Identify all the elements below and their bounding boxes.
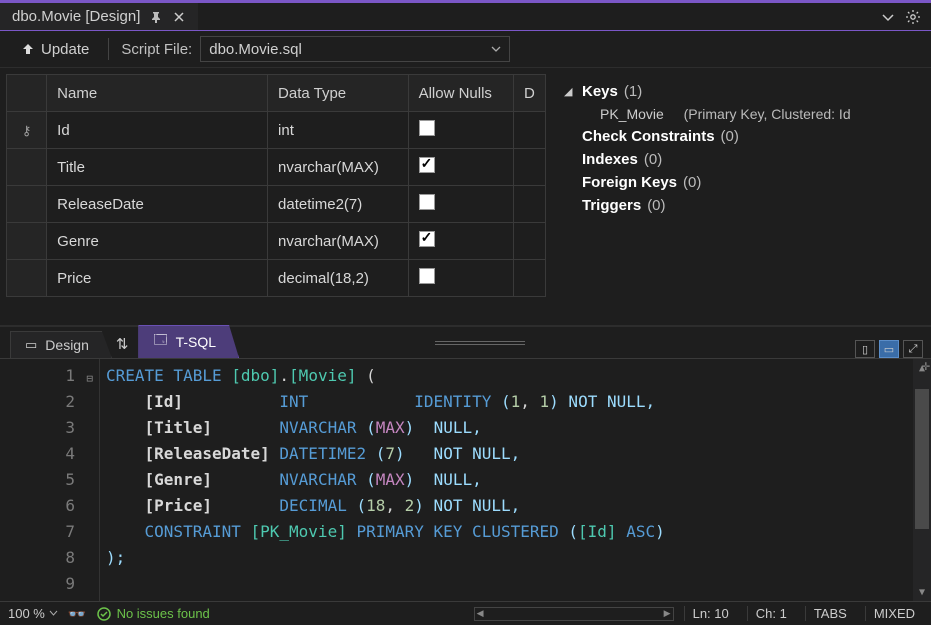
tab-tsql[interactable]: 🗔 T-SQL — [138, 325, 239, 358]
toolbar-separator — [108, 38, 109, 60]
design-icon: ▭ — [25, 337, 37, 353]
scrollbar-thumb[interactable] — [915, 389, 929, 529]
pane-tabbar: ▭ Design ⇅ 🗔 T-SQL ▯ ▭ ⤢ — [0, 327, 931, 359]
scroll-left-icon[interactable]: ◀ — [477, 608, 484, 619]
swap-panes-icon[interactable]: ⇅ — [106, 330, 139, 358]
cursor-line[interactable]: Ln: 10 — [684, 606, 737, 621]
tree-item-pk[interactable]: PK_Movie (Primary Key, Clustered: Id — [564, 103, 921, 125]
allownulls-checkbox[interactable] — [419, 120, 435, 136]
vertical-scrollbar[interactable]: ▲ ▼ — [913, 359, 931, 601]
cell-name[interactable]: Price — [47, 260, 268, 297]
pin-icon[interactable] — [150, 11, 162, 23]
layout-horizontal-icon[interactable]: ▯ — [855, 340, 875, 358]
split-editor-icon[interactable]: ✛ — [922, 358, 930, 374]
resize-handle[interactable] — [435, 340, 525, 346]
col-header-name[interactable]: Name — [47, 75, 268, 112]
tab-design[interactable]: ▭ Design — [10, 331, 112, 358]
cell-name[interactable]: Genre — [47, 223, 268, 260]
grid-header-row: Name Data Type Allow Nulls D — [7, 75, 546, 112]
issues-indicator[interactable]: No issues found — [97, 606, 210, 621]
designer-toolbar: Update Script File: dbo.Movie.sql — [0, 30, 931, 68]
line-ending-mode[interactable]: MIXED — [865, 606, 923, 621]
layout-expand-icon[interactable]: ⤢ — [903, 340, 923, 358]
cursor-col[interactable]: Ch: 1 — [747, 606, 795, 621]
table-row[interactable]: Price decimal(18,2) — [7, 260, 546, 297]
properties-tree: ◢ Keys (1) PK_Movie (Primary Key, Cluste… — [550, 68, 931, 325]
horizontal-scrollbar[interactable]: ◀ ▶ — [474, 607, 674, 621]
update-button-label: Update — [41, 41, 89, 58]
cell-name[interactable]: ReleaseDate — [47, 186, 268, 223]
line-number-gutter: ⊟ 1 2 3 4 5 6 7 8 9 — [0, 359, 100, 601]
scroll-right-icon[interactable]: ▶ — [664, 608, 671, 619]
allownulls-checkbox[interactable] — [419, 194, 435, 210]
chevron-down-icon — [49, 609, 58, 618]
chevron-down-icon — [491, 44, 501, 54]
document-tab[interactable]: dbo.Movie [Design] — [0, 3, 199, 30]
update-button[interactable]: Update — [10, 37, 100, 62]
script-file-value: dbo.Movie.sql — [209, 41, 302, 58]
scroll-down-icon[interactable]: ▼ — [913, 583, 931, 601]
code-area[interactable]: CREATE TABLE [dbo].[Movie] ( [Id] INT ID… — [100, 359, 931, 601]
table-row[interactable]: ReleaseDate datetime2(7) — [7, 186, 546, 223]
col-header-default[interactable]: D — [513, 75, 545, 112]
table-row[interactable]: ⚷ Id int — [7, 112, 546, 149]
tsql-icon: 🗔 — [153, 331, 167, 353]
allownulls-checkbox[interactable] — [419, 268, 435, 284]
gear-icon[interactable] — [905, 9, 921, 25]
tree-node-triggers[interactable]: Triggers (0) — [564, 194, 921, 217]
cell-datatype[interactable]: datetime2(7) — [268, 186, 409, 223]
cell-datatype[interactable]: decimal(18,2) — [268, 260, 409, 297]
script-file-combo[interactable]: dbo.Movie.sql — [200, 36, 510, 62]
status-bar: 100 % 👓 No issues found ◀ ▶ Ln: 10 Ch: 1… — [0, 601, 931, 625]
tree-node-indexes[interactable]: Indexes (0) — [564, 148, 921, 171]
cell-datatype[interactable]: int — [268, 112, 409, 149]
cell-name[interactable]: Title — [47, 149, 268, 186]
columns-grid[interactable]: Name Data Type Allow Nulls D ⚷ Id int Ti… — [0, 68, 550, 325]
cell-datatype[interactable]: nvarchar(MAX) — [268, 149, 409, 186]
indent-mode[interactable]: TABS — [805, 606, 855, 621]
cell-datatype[interactable]: nvarchar(MAX) — [268, 223, 409, 260]
tree-node-check[interactable]: Check Constraints (0) — [564, 125, 921, 148]
primary-key-icon: ⚷ — [22, 123, 32, 138]
close-icon[interactable] — [172, 10, 186, 24]
tree-node-keys[interactable]: ◢ Keys (1) — [564, 80, 921, 103]
tree-node-fk[interactable]: Foreign Keys (0) — [564, 171, 921, 194]
fold-icon[interactable]: ⊟ — [86, 366, 93, 392]
zoom-level[interactable]: 100 % — [8, 606, 58, 621]
allownulls-checkbox[interactable] — [419, 231, 435, 247]
document-tabbar: dbo.Movie [Design] — [0, 0, 931, 30]
sql-editor[interactable]: ✛ ⊟ 1 2 3 4 5 6 7 8 9 CREATE TABLE [dbo]… — [0, 359, 931, 601]
table-row[interactable]: Title nvarchar(MAX) — [7, 149, 546, 186]
col-header-datatype[interactable]: Data Type — [268, 75, 409, 112]
allownulls-checkbox[interactable] — [419, 157, 435, 173]
cell-name[interactable]: Id — [47, 112, 268, 149]
script-file-label: Script File: — [117, 41, 192, 58]
layout-vertical-icon[interactable]: ▭ — [879, 340, 899, 358]
table-row[interactable]: Genre nvarchar(MAX) — [7, 223, 546, 260]
copilot-icon[interactable]: 👓 — [68, 605, 87, 623]
col-header-allownulls[interactable]: Allow Nulls — [408, 75, 513, 112]
expand-icon[interactable]: ◢ — [564, 85, 576, 98]
document-tab-title: dbo.Movie [Design] — [12, 8, 140, 25]
window-dropdown-icon[interactable] — [881, 10, 895, 24]
